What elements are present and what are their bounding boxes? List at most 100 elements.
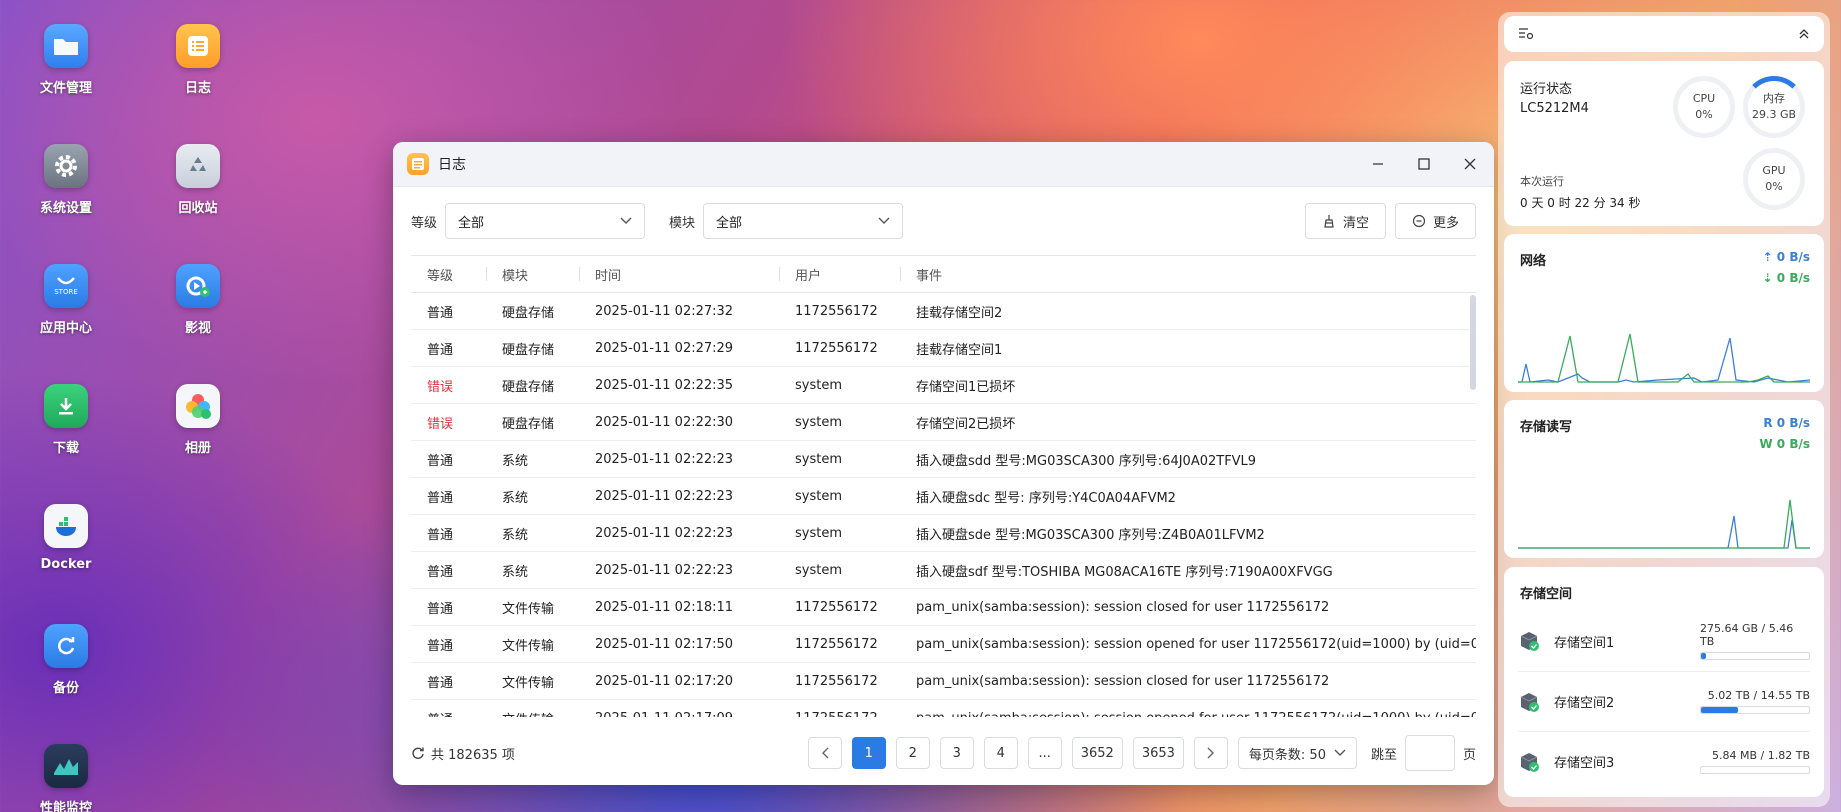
minimize-icon [1373,163,1383,165]
jump-label: 跳至 [1370,747,1397,763]
table-body[interactable]: 普通 硬盘存储 2025-01-11 02:27:32 1172556172 挂载存储空… [411,293,1476,717]
col-header-level[interactable]: 等级 [411,265,486,284]
cell-event: 挂载存储空间2 [916,305,1003,321]
level-select[interactable]: 全部 [445,203,646,239]
close-button[interactable] [1460,154,1480,174]
col-header-time[interactable]: 时间 [579,265,779,284]
next-page-button[interactable] [1193,737,1228,769]
maximize-button[interactable] [1414,154,1434,174]
cell-module: 硬盘存储 [502,379,555,395]
table-row[interactable]: 普通 系统 2025-01-11 02:22:23 system 插入硬盘sde 型号:… [411,515,1476,552]
disk-read-line [1518,515,1810,549]
cell-user: system [795,377,842,393]
volume-size: 275.64 GB / 5.46 TB [1700,622,1794,648]
volume-item[interactable]: 存储空间1 275.64 GB / 5.46 TB [1518,611,1810,671]
network-upload-line [1518,337,1810,383]
table-row[interactable]: 普通 系统 2025-01-11 02:22:23 system 插入硬盘sdd 型号:… [411,441,1476,478]
video-icon [176,264,220,308]
volume-icon [1520,632,1539,651]
desktop-icon-file-manager[interactable]: 文件管理 [11,24,121,96]
col-header-module[interactable]: 模块 [486,265,579,284]
log-table: 等级 模块 时间 用户 事件 普通 硬盘存储 2025-01-11 02:27:32… [411,255,1476,717]
table-row[interactable]: 普通 系统 2025-01-11 02:22:23 system 插入硬盘sdc 型号:… [411,478,1476,515]
desktop-icon-app-center[interactable]: STORE 应用中心 [11,264,121,336]
jump-page-input[interactable] [1404,735,1455,771]
page-size-select[interactable]: 每页条数: 50 [1237,737,1357,769]
cell-time: 2025-01-11 02:22:30 [595,414,734,430]
cell-event: pam_unix(samba:session): session closed … [916,599,1330,615]
page-button[interactable]: 2 [895,737,930,769]
table-scrollbar[interactable] [1470,295,1476,390]
cell-time: 2025-01-11 02:22:35 [595,377,734,393]
page-button[interactable]: 4 [983,737,1018,769]
page-button[interactable]: 3653 [1132,737,1184,769]
desktop-icon-download[interactable]: 下载 [11,384,121,456]
cell-level: 普通 [427,490,454,506]
table-row[interactable]: 错误 硬盘存储 2025-01-11 02:22:35 system 存储空间1已损坏 [411,367,1476,404]
cell-user: 1172556172 [795,599,878,615]
table-row[interactable]: 普通 文件传输 2025-01-11 02:17:50 1172556172 pam_u… [411,626,1476,663]
volume-usage-bar [1700,652,1810,660]
page-button[interactable]: 3652 [1071,737,1123,769]
refresh-icon[interactable] [411,746,425,760]
cell-module: 文件传输 [502,601,555,617]
clear-button[interactable]: 清空 [1304,203,1386,239]
table-row[interactable]: 普通文件传输2025-01-11 02:17:091172556172pam_u… [411,700,1476,718]
chevron-down-icon [1334,749,1346,756]
more-button[interactable]: 更多 [1394,203,1476,239]
volume-usage: 275.64 GB / 5.46 TB [1700,622,1810,660]
col-header-event[interactable]: 事件 [900,265,1476,284]
cell-user: 1172556172 [779,711,900,718]
minimize-button[interactable] [1368,154,1388,174]
desktop-icon-logs[interactable]: 日志 [143,24,253,96]
module-select[interactable]: 全部 [703,203,904,239]
disk-io-card: 存储读写 R 0 B/s W 0 B/s [1504,400,1824,558]
cell-time: 2025-01-11 02:18:11 [595,599,734,615]
desktop-icon-docker[interactable]: Docker [11,504,121,572]
collapse-icon[interactable] [1798,28,1810,40]
cpu-value: 0% [1695,108,1713,121]
volume-usage-bar [1700,706,1810,714]
desktop-icon-settings[interactable]: 系统设置 [11,144,121,216]
table-row[interactable]: 普通 系统 2025-01-11 02:22:23 system 插入硬盘sdf 型号:… [411,552,1476,589]
memory-value: 29.3 GB [1751,108,1797,121]
photos-icon [176,384,220,428]
store-icon: STORE [44,264,88,308]
window-titlebar[interactable]: 日志 [393,142,1494,187]
cell-event: pam_unix(samba:session): session opened … [916,636,1476,652]
folder-icon [44,24,88,68]
volume-usage: 5.84 MB / 1.82 TB [1700,749,1810,774]
chevron-down-icon [878,217,890,224]
volume-item[interactable]: 存储空间2 5.02 TB / 14.55 TB [1518,671,1810,731]
close-icon [1464,158,1476,170]
desktop-icon-label: 下载 [52,441,79,456]
table-row[interactable]: 错误 硬盘存储 2025-01-11 02:22:30 system 存储空间2已损坏 [411,404,1476,441]
gpu-label: GPU [1762,164,1786,177]
page-ellipsis[interactable]: ... [1027,737,1062,769]
volume-item[interactable]: 存储空间3 5.84 MB / 1.82 TB [1518,731,1810,791]
prev-page-button[interactable] [807,737,842,769]
table-row[interactable]: 普通 硬盘存储 2025-01-11 02:27:29 1172556172 挂载存储空… [411,330,1476,367]
page-button[interactable]: 3 [939,737,974,769]
desktop-icon-video[interactable]: 影视 [143,264,253,336]
chevron-left-icon [821,747,829,759]
desktop-icon-photos[interactable]: 相册 [143,384,253,456]
desktop-icon-label: 日志 [184,81,211,96]
desktop-icon-label: 备份 [52,681,79,696]
widget-settings-icon[interactable] [1518,27,1534,41]
desktop-icon-recycle-bin[interactable]: 回收站 [143,144,253,216]
cell-user: system [795,414,842,430]
log-icon [176,24,220,68]
cell-module: 文件传输 [502,638,555,654]
backup-icon [44,624,88,668]
desktop-icon-backup[interactable]: 备份 [11,624,121,696]
cell-event: 插入硬盘sdd 型号:MG03SCA300 序列号:64J0A02TFVL9 [916,453,1257,469]
table-row[interactable]: 普通 文件传输 2025-01-11 02:17:20 1172556172 pam_u… [411,663,1476,700]
col-header-user[interactable]: 用户 [779,265,900,284]
table-row[interactable]: 普通 文件传输 2025-01-11 02:18:11 1172556172 pam_u… [411,589,1476,626]
table-row[interactable]: 普通 硬盘存储 2025-01-11 02:27:32 1172556172 挂载存储空… [411,293,1476,330]
cell-module: 硬盘存储 [502,416,555,432]
download-rate: 0 B/s [1776,271,1810,285]
page-button[interactable]: 1 [851,737,886,769]
desktop-icon-monitor[interactable]: 性能监控 [11,744,121,812]
